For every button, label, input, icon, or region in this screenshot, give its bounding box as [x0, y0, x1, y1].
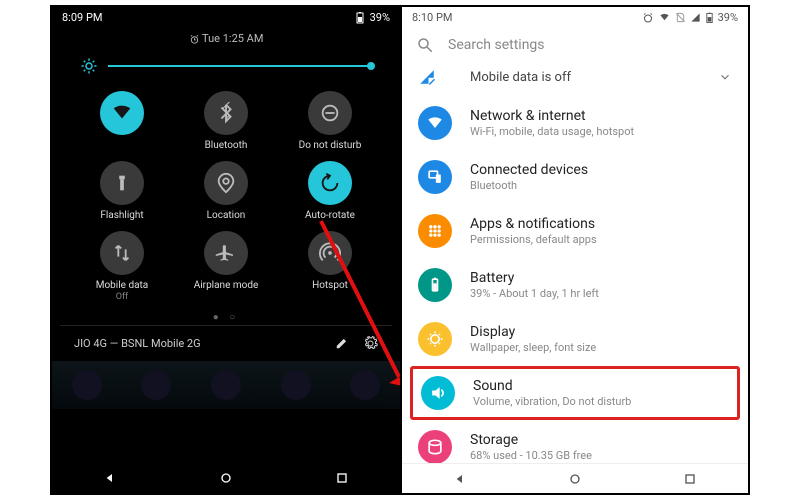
quick-settings-panel: Tue 1:25 AM Bluetooth Do not disturb Flash…	[60, 32, 392, 361]
tile-label: Auto-rotate	[305, 210, 355, 221]
tile-label: Do not disturb	[299, 140, 362, 151]
no-sim-icon	[675, 12, 686, 23]
battery-icon	[355, 12, 365, 24]
nav-bar	[402, 463, 748, 493]
qs-tile-wifi[interactable]	[70, 91, 174, 151]
phone-quick-settings: 8:09 PM 39% Tue 1:25 AM Bluetooth Do not …	[52, 7, 400, 493]
mobiledata-icon	[111, 242, 133, 264]
item-subtitle: 39% - About 1 day, 1 hr left	[470, 287, 599, 300]
edit-icon[interactable]	[335, 336, 349, 350]
airplane-icon	[215, 242, 237, 264]
nav-bar	[52, 463, 400, 493]
gear-icon[interactable]	[363, 336, 378, 351]
settings-item-display[interactable]: DisplayWallpaper, sleep, font size	[402, 312, 748, 366]
item-subtitle: Bluetooth	[470, 179, 588, 192]
item-subtitle: Volume, vibration, Do not disturb	[473, 395, 631, 408]
home-dock-blurred	[52, 361, 400, 409]
rotate-icon	[319, 172, 341, 194]
recents-button[interactable]	[682, 471, 698, 487]
item-subtitle: Permissions, default apps	[470, 233, 597, 246]
hotspot-icon	[319, 242, 341, 264]
item-title: Apps & notifications	[470, 216, 597, 232]
item-title: Display	[470, 324, 596, 340]
storage-icon	[418, 430, 452, 464]
tile-label: Flashlight	[100, 210, 143, 221]
back-button[interactable]	[452, 471, 468, 487]
item-subtitle: Wallpaper, sleep, font size	[470, 341, 596, 354]
status-time: 8:10 PM	[412, 11, 452, 24]
location-icon	[215, 172, 237, 194]
brightness-track[interactable]	[108, 65, 372, 67]
alarm-text: Tue 1:25 AM	[202, 32, 263, 45]
bluetooth-icon	[215, 102, 237, 124]
display-icon	[418, 322, 452, 356]
brightness-icon	[80, 57, 98, 75]
footer-row: JIO 4G — BSNL Mobile 2G	[60, 325, 392, 361]
settings-item-apps[interactable]: Apps & notificationsPermissions, default…	[402, 204, 748, 258]
chevron-down-icon	[718, 70, 732, 84]
qs-tile-location[interactable]: Location	[174, 161, 278, 221]
home-button[interactable]	[567, 471, 583, 487]
status-bar: 8:09 PM 39%	[52, 7, 400, 28]
tile-label: Bluetooth	[205, 140, 248, 151]
item-title: Storage	[470, 432, 592, 448]
status-battery: 39%	[718, 11, 738, 24]
sound-icon	[421, 376, 455, 410]
settings-item-devices[interactable]: Connected devicesBluetooth	[402, 150, 748, 204]
item-title: Network & internet	[470, 108, 634, 124]
flashlight-icon	[111, 172, 133, 194]
tile-label: Airplane mode	[194, 280, 259, 291]
tile-sublabel: Off	[70, 292, 174, 302]
recents-button[interactable]	[334, 470, 350, 486]
settings-item-wifi[interactable]: Network & internetWi-Fi, mobile, data us…	[402, 96, 748, 150]
alarm-icon	[189, 34, 200, 45]
qs-tile-mobiledata[interactable]: Mobile dataOff	[70, 231, 174, 302]
tile-label: Mobile data	[96, 280, 149, 291]
qs-tile-bluetooth[interactable]: Bluetooth	[174, 91, 278, 151]
devices-icon	[418, 160, 452, 194]
apps-icon	[418, 214, 452, 248]
home-button[interactable]	[218, 470, 234, 486]
signal-off-icon	[418, 68, 436, 86]
phone-settings-app: 8:10 PM 39% Search settings Mobile data …	[400, 7, 748, 493]
dnd-icon	[319, 102, 341, 124]
alarm-icon	[642, 12, 654, 24]
brightness-slider[interactable]	[60, 45, 392, 81]
settings-list: Network & internetWi-Fi, mobile, data us…	[402, 96, 748, 474]
status-battery: 39%	[370, 11, 390, 24]
qs-tile-rotate[interactable]: Auto-rotate	[278, 161, 382, 221]
banner-text: Mobile data is off	[470, 70, 700, 85]
qs-tile-dnd[interactable]: Do not disturb	[278, 91, 382, 151]
tile-label: Hotspot	[312, 280, 348, 291]
mobile-data-banner[interactable]: Mobile data is off	[402, 58, 748, 96]
settings-item-battery[interactable]: Battery39% - About 1 day, 1 hr left	[402, 258, 748, 312]
item-title: Battery	[470, 270, 599, 286]
wifi-icon	[111, 102, 133, 124]
qs-tile-hotspot[interactable]: Hotspot	[278, 231, 382, 302]
qs-tiles-grid: Bluetooth Do not disturb Flashlight Locatio…	[60, 81, 392, 308]
battery-icon	[418, 268, 452, 302]
page-indicator: ● ○	[60, 312, 392, 323]
tile-label: Location	[207, 210, 246, 221]
status-bar: 8:10 PM 39%	[402, 7, 748, 28]
search-row[interactable]: Search settings	[416, 36, 734, 54]
search-placeholder: Search settings	[448, 37, 545, 53]
item-title: Connected devices	[470, 162, 588, 178]
item-subtitle: Wi-Fi, mobile, data usage, hotspot	[470, 125, 634, 138]
item-subtitle: 68% used - 10.35 GB free	[470, 449, 592, 462]
search-icon	[416, 36, 434, 54]
qs-tile-flashlight[interactable]: Flashlight	[70, 161, 174, 221]
settings-item-sound[interactable]: SoundVolume, vibration, Do not disturb	[410, 366, 740, 420]
signal-icon	[690, 12, 701, 23]
wifi-icon	[418, 106, 452, 140]
status-time: 8:09 PM	[62, 11, 102, 24]
alarm-row[interactable]: Tue 1:25 AM	[60, 32, 392, 45]
back-button[interactable]	[102, 470, 118, 486]
item-title: Sound	[473, 378, 631, 394]
qs-tile-airplane[interactable]: Airplane mode	[174, 231, 278, 302]
battery-icon	[705, 12, 714, 24]
carrier-text: JIO 4G — BSNL Mobile 2G	[74, 337, 201, 350]
wifi-icon	[658, 12, 671, 23]
